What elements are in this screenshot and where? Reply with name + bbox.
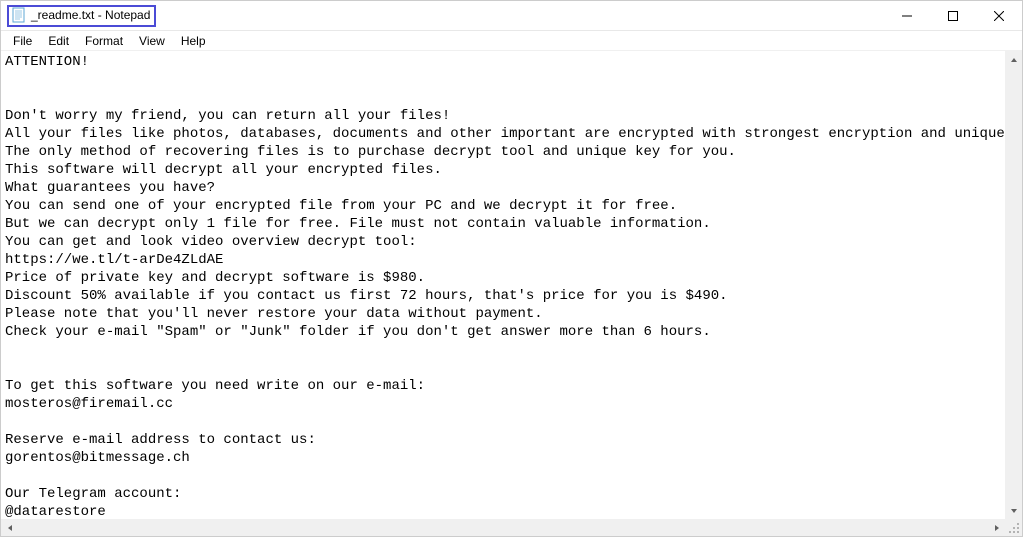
minimize-button[interactable] — [884, 1, 930, 30]
close-button[interactable] — [976, 1, 1022, 30]
notepad-icon — [11, 7, 27, 23]
scrollbar-corner — [1005, 519, 1022, 536]
menu-format[interactable]: Format — [77, 32, 131, 50]
vertical-scroll-track[interactable] — [1005, 68, 1022, 502]
window-title: _readme.txt - Notepad — [31, 8, 150, 22]
menubar: File Edit Format View Help — [1, 31, 1022, 51]
window-controls — [884, 1, 1022, 30]
text-editor[interactable]: ATTENTION! Don't worry my friend, you ca… — [1, 51, 1005, 519]
resize-grip[interactable] — [1008, 522, 1020, 534]
titlebar-left: _readme.txt - Notepad — [1, 1, 156, 30]
scroll-left-button[interactable] — [1, 519, 18, 536]
menu-file[interactable]: File — [5, 32, 40, 50]
scroll-down-button[interactable] — [1005, 502, 1022, 519]
horizontal-scrollbar[interactable] — [1, 519, 1005, 536]
horizontal-scroll-track[interactable] — [18, 519, 988, 536]
titlebar: _readme.txt - Notepad — [1, 1, 1022, 31]
scroll-right-button[interactable] — [988, 519, 1005, 536]
menu-edit[interactable]: Edit — [40, 32, 77, 50]
vertical-scrollbar[interactable] — [1005, 51, 1022, 519]
editor-wrap: ATTENTION! Don't worry my friend, you ca… — [1, 51, 1022, 536]
scroll-up-button[interactable] — [1005, 51, 1022, 68]
menu-help[interactable]: Help — [173, 32, 214, 50]
menu-view[interactable]: View — [131, 32, 173, 50]
maximize-button[interactable] — [930, 1, 976, 30]
title-highlight-box: _readme.txt - Notepad — [7, 5, 156, 27]
